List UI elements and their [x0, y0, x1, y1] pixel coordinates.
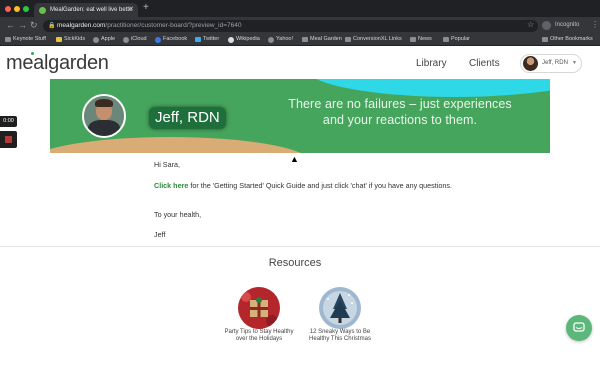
lock-icon: 🔒 [48, 23, 56, 29]
incognito-icon [542, 21, 551, 30]
stop-icon [5, 136, 12, 143]
chevron-down-icon: ▼ [572, 60, 577, 66]
resource-thumbnail-party-tips[interactable] [238, 287, 280, 329]
resource-thumbnail-sneaky-ways[interactable] [319, 287, 361, 329]
yahoo-icon [268, 36, 274, 43]
folder-icon [345, 37, 351, 42]
bookmark-item[interactable]: ConversionXL Links [345, 34, 402, 45]
twitter-icon [195, 37, 201, 42]
chat-bubble-icon [573, 322, 585, 332]
resource-caption[interactable]: Party Tips to Stay Healthy over the Holi… [224, 329, 294, 343]
folder-icon [56, 37, 62, 42]
new-tab-button[interactable]: + [143, 2, 149, 14]
nav-clients[interactable]: Clients [469, 58, 500, 69]
resource-caption[interactable]: 12 Sneaky Ways to Be Healthy This Christ… [305, 329, 375, 343]
folder-icon [302, 37, 308, 42]
nav-library[interactable]: Library [416, 58, 447, 69]
bookmark-item[interactable]: SickKids [56, 34, 85, 45]
back-arrow-icon[interactable]: ← [6, 19, 15, 31]
bookmarks-bar: Keynote Stuff SickKids Apple iCloud Face… [0, 34, 600, 46]
message-body: Click here for the 'Getting Started' Qui… [154, 181, 454, 191]
bookmark-item[interactable]: Popular [443, 34, 470, 45]
reload-icon[interactable]: ↻ [30, 19, 38, 31]
bookmark-item[interactable]: Wikipedia [228, 34, 260, 45]
browser-tab[interactable]: MealGarden: eat well live bette ✕ [34, 3, 138, 17]
user-name: Jeff, RDN [542, 60, 568, 66]
incognito-label: Incognito [555, 22, 580, 28]
bookmark-star-icon[interactable]: ☆ [527, 19, 534, 31]
wikipedia-icon [228, 36, 234, 43]
facebook-icon [155, 36, 161, 43]
bookmark-item[interactable]: Meal Garden [302, 34, 342, 45]
bookmark-item[interactable]: Facebook [155, 34, 187, 45]
mealgarden-logo[interactable]: mealgarden [6, 52, 109, 75]
minimize-window-button[interactable] [14, 6, 20, 12]
banner-wave-decoration [50, 137, 310, 153]
mealgarden-favicon-icon [39, 7, 46, 14]
other-bookmarks[interactable]: Other Bookmarks [542, 34, 593, 45]
message-signature: Jeff [154, 230, 166, 239]
quote-line: and your reactions to them. [322, 113, 478, 127]
forward-arrow-icon[interactable]: → [18, 19, 27, 31]
recording-timer: 0:00 [0, 116, 17, 127]
bookmark-item[interactable]: Keynote Stuff [5, 34, 46, 45]
message-greeting: Hi Sara, [154, 160, 180, 169]
bookmark-item[interactable]: iCloud [123, 34, 147, 45]
app-header: mealgarden Library Clients Jeff, RDN ▼ [0, 46, 600, 80]
section-divider [0, 246, 600, 247]
folder-icon [5, 37, 11, 42]
banner-wave-decoration [305, 79, 550, 97]
practitioner-avatar [82, 94, 126, 138]
welcome-banner: Jeff, RDN There are no failures – just e… [50, 79, 550, 153]
logo-leaf-icon [31, 52, 34, 55]
bookmark-item[interactable]: Twitter [195, 34, 219, 45]
close-window-button[interactable] [5, 6, 11, 12]
chat-button[interactable] [566, 315, 592, 341]
folder-icon [410, 37, 416, 42]
tab-title: MealGarden: eat well live bette [50, 7, 133, 13]
message-body-text: for the 'Getting Started' Quick Guide an… [188, 181, 452, 190]
browser-toolbar: ← → ↻ 🔒 mealgarden.com/practitioner/cust… [0, 17, 600, 34]
folder-icon [443, 37, 449, 42]
resources-heading: Resources [268, 257, 322, 269]
browser-menu-icon[interactable]: ⋮ [591, 19, 599, 31]
message-closing: To your health, [154, 210, 202, 219]
mouse-cursor-icon: ▲ [290, 154, 299, 164]
close-tab-icon[interactable]: ✕ [128, 3, 134, 17]
url-path: /practitioner/customer-board/?preview_id… [105, 22, 242, 29]
banner-quote: There are no failures – just experiences… [280, 96, 520, 128]
apple-icon [123, 36, 129, 43]
practitioner-name: Jeff, RDN [149, 107, 226, 129]
getting-started-link[interactable]: Click here [154, 181, 188, 190]
folder-icon [542, 37, 548, 42]
bookmark-item[interactable]: Apple [93, 34, 115, 45]
avatar [523, 56, 538, 71]
bookmark-item[interactable]: Yahoo! [268, 34, 293, 45]
address-bar[interactable]: 🔒 mealgarden.com/practitioner/customer-b… [43, 20, 538, 32]
quote-line: There are no failures – just experiences [288, 97, 512, 111]
record-button[interactable] [0, 131, 17, 148]
user-menu[interactable]: Jeff, RDN ▼ [520, 54, 582, 73]
bookmark-item[interactable]: News [410, 34, 432, 45]
url-domain: mealgarden.com [57, 22, 106, 29]
maximize-window-button[interactable] [23, 6, 29, 12]
browser-tab-bar: MealGarden: eat well live bette ✕ + [0, 0, 600, 17]
apple-icon [93, 36, 99, 43]
